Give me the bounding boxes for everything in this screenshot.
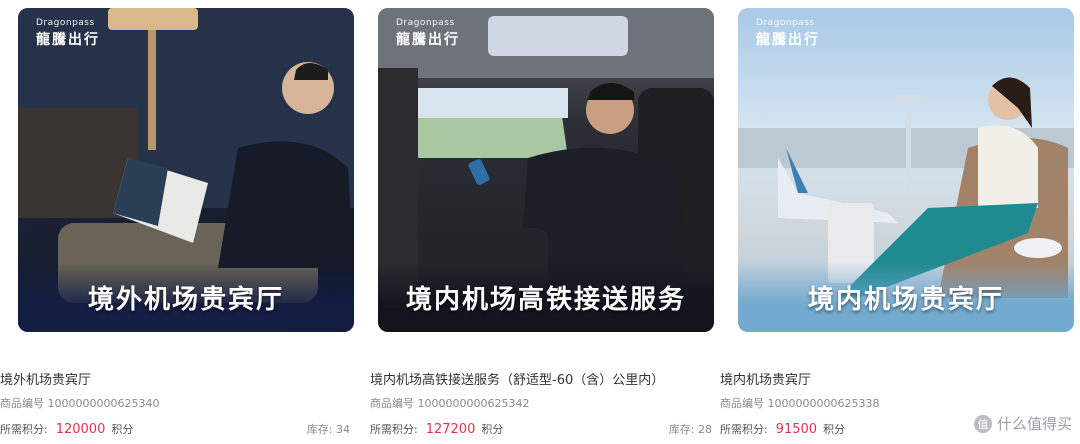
- banner-title: 境外机场贵宾厅: [18, 262, 354, 332]
- site-watermark: 值 什么值得买: [973, 413, 1072, 434]
- price-unit: 积分: [481, 423, 504, 436]
- brand-logo-zh: 龍騰出行: [756, 32, 820, 48]
- price-value: 91500: [775, 422, 818, 437]
- product-image[interactable]: Dragonpass 龍騰出行 境外机场贵宾厅: [18, 8, 354, 332]
- product-image[interactable]: Dragonpass 龍騰出行 境内机场贵宾厅: [738, 8, 1074, 332]
- product-card[interactable]: Dragonpass 龍騰出行 境外机场贵宾厅 境外机场贵宾厅 商品编号 100…: [0, 0, 360, 444]
- brand-logo-en: Dragonpass: [396, 18, 455, 28]
- price-unit: 积分: [111, 423, 134, 436]
- stock-count: 库存: 34: [306, 423, 350, 436]
- product-name[interactable]: 境外机场贵宾厅: [0, 369, 91, 388]
- price-value: 127200: [425, 422, 476, 437]
- product-name[interactable]: 境内机场高铁接送服务（舒适型-60（含）公里内）: [370, 369, 664, 388]
- brand-logo-en: Dragonpass: [756, 18, 815, 28]
- price-row: 所需积分: 127200 积分 库存: 28: [370, 421, 720, 437]
- price-row: 所需积分: 120000 积分 库存: 34: [0, 421, 350, 437]
- brand-logo-en: Dragonpass: [36, 18, 95, 28]
- product-card[interactable]: Dragonpass 龍騰出行 境内机场贵宾厅 境内机场贵宾厅 商品编号 100…: [720, 0, 1080, 444]
- brand-logo: Dragonpass 龍騰出行: [396, 18, 460, 49]
- watermark-text: 什么值得买: [996, 415, 1072, 433]
- product-sku: 商品编号 1000000000625338: [720, 397, 880, 410]
- banner-title: 境内机场高铁接送服务: [378, 262, 714, 332]
- brand-logo-zh: 龍騰出行: [36, 32, 100, 48]
- price-unit: 积分: [823, 423, 846, 436]
- banner-title: 境内机场贵宾厅: [738, 262, 1074, 332]
- product-sku: 商品编号 1000000000625340: [0, 397, 160, 410]
- stock-count: 库存: 28: [668, 423, 712, 436]
- product-name[interactable]: 境内机场贵宾厅: [720, 369, 811, 388]
- brand-logo-zh: 龍騰出行: [396, 32, 460, 48]
- price-label: 所需积分:: [720, 423, 768, 436]
- price-label: 所需积分:: [370, 423, 418, 436]
- product-image[interactable]: Dragonpass 龍騰出行 境内机场高铁接送服务: [378, 8, 714, 332]
- brand-logo: Dragonpass 龍騰出行: [36, 18, 100, 49]
- price-label: 所需积分:: [0, 423, 48, 436]
- price-value: 120000: [55, 422, 106, 437]
- watermark-logo-icon: 值: [973, 414, 992, 433]
- product-card[interactable]: Dragonpass 龍騰出行 境内机场高铁接送服务 境内机场高铁接送服务（舒适…: [370, 0, 720, 444]
- brand-logo: Dragonpass 龍騰出行: [756, 18, 820, 49]
- product-sku: 商品编号 1000000000625342: [370, 397, 530, 410]
